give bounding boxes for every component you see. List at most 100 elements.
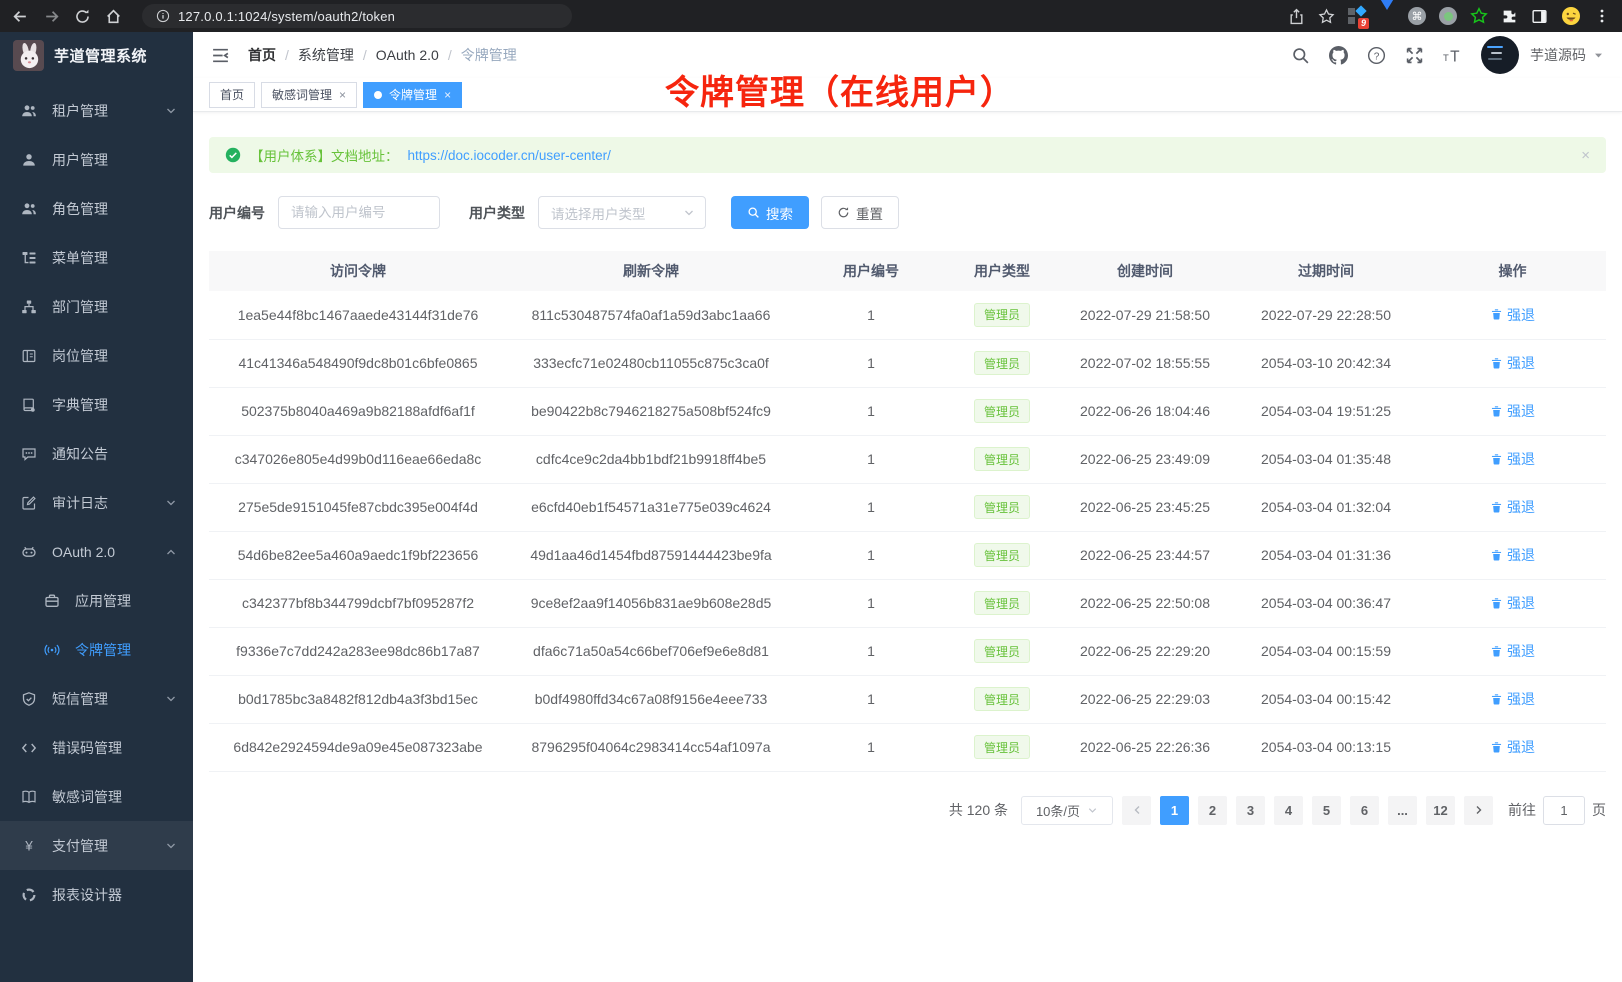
- site-info-icon[interactable]: [156, 9, 170, 23]
- breadcrumb-separator: /: [363, 47, 367, 63]
- force-logout-button[interactable]: 强退: [1490, 689, 1535, 709]
- extensions-puzzle-icon[interactable]: [1501, 8, 1518, 25]
- next-page-button[interactable]: [1464, 796, 1493, 825]
- page-size-select[interactable]: 10条/页: [1021, 796, 1113, 825]
- trash-icon: [1490, 693, 1503, 706]
- user-type-cell: 管理员: [947, 387, 1057, 435]
- address-bar[interactable]: 127.0.0.1:1024/system/oauth2/token: [142, 4, 572, 28]
- force-logout-label: 强退: [1507, 737, 1535, 757]
- browser-menu-icon[interactable]: [1594, 8, 1610, 24]
- app-logo-bar[interactable]: 芋道管理系统: [0, 32, 193, 78]
- username[interactable]: 芋道源码: [1530, 45, 1586, 65]
- expire-time-cell: 2022-07-29 22:28:50: [1233, 291, 1419, 339]
- force-logout-button[interactable]: 强退: [1490, 737, 1535, 757]
- breadcrumb-item[interactable]: 系统管理: [298, 45, 354, 65]
- chevron-down-icon: [165, 497, 177, 509]
- sidebar-item-token-mgmt[interactable]: 令牌管理: [0, 625, 193, 674]
- sidebar-item-oauth2[interactable]: OAuth 2.0: [0, 527, 193, 576]
- sidebar-item-app-mgmt[interactable]: 应用管理: [0, 576, 193, 625]
- user-type-cell: 管理员: [947, 675, 1057, 723]
- sidebar-item-post[interactable]: 岗位管理: [0, 331, 193, 380]
- search-icon[interactable]: [1291, 46, 1310, 65]
- svg-text:?: ?: [1374, 51, 1380, 62]
- profile-avatar-icon[interactable]: [1561, 6, 1581, 26]
- force-logout-button[interactable]: 强退: [1490, 305, 1535, 325]
- user-id-input[interactable]: [278, 196, 440, 229]
- tab-sensitive-word[interactable]: 敏感词管理×: [261, 82, 357, 108]
- force-logout-button[interactable]: 强退: [1490, 401, 1535, 421]
- user-menu-caret-icon[interactable]: [1593, 50, 1604, 61]
- breadcrumb-item[interactable]: OAuth 2.0: [376, 47, 439, 63]
- sidebar-item-label: 部门管理: [52, 297, 108, 317]
- goto-page-input[interactable]: [1543, 796, 1585, 825]
- column-header: 创建时间: [1057, 251, 1233, 291]
- search-button[interactable]: 搜索: [731, 196, 809, 229]
- user-type-badge: 管理员: [974, 447, 1030, 471]
- alert-close-icon[interactable]: ×: [1581, 147, 1590, 164]
- force-logout-button[interactable]: 强退: [1490, 497, 1535, 517]
- page-ellipsis-button[interactable]: ...: [1388, 796, 1417, 825]
- force-logout-button[interactable]: 强退: [1490, 449, 1535, 469]
- user-avatar[interactable]: [1481, 36, 1519, 74]
- page-button-5[interactable]: 5: [1312, 796, 1341, 825]
- github-icon[interactable]: [1329, 46, 1348, 65]
- help-icon[interactable]: ?: [1367, 46, 1386, 65]
- sidebar-item-sms[interactable]: 短信管理: [0, 674, 193, 723]
- extension-badge: 9: [1358, 18, 1369, 29]
- refresh-token-cell: 811c530487574fa0af1a59d3abc1aa66: [507, 291, 795, 339]
- collapse-menu-icon[interactable]: [211, 46, 230, 65]
- share-icon[interactable]: [1288, 8, 1305, 25]
- extension-command-icon[interactable]: ⌘: [1408, 7, 1426, 25]
- sidebar-item-user[interactable]: 用户管理: [0, 135, 193, 184]
- browser-reload-icon[interactable]: [74, 8, 91, 25]
- user-type-select[interactable]: 请选择用户类型: [538, 196, 706, 229]
- force-logout-button[interactable]: 强退: [1490, 353, 1535, 373]
- bookmark-star-icon[interactable]: [1318, 8, 1335, 25]
- sidebar-item-payment[interactable]: ¥支付管理: [0, 821, 193, 870]
- browser-home-icon[interactable]: [105, 8, 122, 25]
- sidebar-item-audit-log[interactable]: 审计日志: [0, 478, 193, 527]
- page-button-4[interactable]: 4: [1274, 796, 1303, 825]
- force-logout-button[interactable]: 强退: [1490, 593, 1535, 613]
- tab-close-icon[interactable]: ×: [444, 89, 451, 101]
- extension-gem-icon[interactable]: [1379, 7, 1395, 25]
- robot-icon: [21, 544, 37, 560]
- tab-home[interactable]: 首页: [209, 82, 255, 108]
- page-button-12[interactable]: 12: [1426, 796, 1455, 825]
- svg-text:T: T: [1443, 52, 1449, 63]
- extension-multi-icon[interactable]: 9: [1348, 7, 1366, 25]
- prev-page-button[interactable]: [1122, 796, 1151, 825]
- page-button-2[interactable]: 2: [1198, 796, 1227, 825]
- extension-star-icon[interactable]: [1470, 7, 1488, 25]
- alert-doc-link[interactable]: https://doc.iocoder.cn/user-center/: [408, 148, 611, 163]
- chevron-down-icon: [1087, 805, 1098, 816]
- action-cell: 强退: [1419, 387, 1606, 435]
- sidebar-item-role[interactable]: 角色管理: [0, 184, 193, 233]
- breadcrumb-item[interactable]: 首页: [248, 45, 276, 65]
- reset-button[interactable]: 重置: [821, 196, 899, 229]
- tab-close-icon[interactable]: ×: [339, 89, 346, 101]
- extension-record-icon[interactable]: [1439, 7, 1457, 25]
- fullscreen-icon[interactable]: [1405, 46, 1424, 65]
- tab-token-mgmt[interactable]: 令牌管理×: [363, 82, 462, 108]
- sidebar-item-menu[interactable]: 菜单管理: [0, 233, 193, 282]
- sidebar-item-error-code[interactable]: 错误码管理: [0, 723, 193, 772]
- sidebar-item-notice[interactable]: 通知公告: [0, 429, 193, 478]
- force-logout-button[interactable]: 强退: [1490, 545, 1535, 565]
- trash-icon: [1490, 597, 1503, 610]
- page-button-1[interactable]: 1: [1160, 796, 1189, 825]
- page-button-3[interactable]: 3: [1236, 796, 1265, 825]
- browser-back-icon[interactable]: [12, 8, 29, 25]
- browser-forward-icon[interactable]: [43, 8, 60, 25]
- sidebar-item-tenant[interactable]: 租户管理: [0, 86, 193, 135]
- font-size-icon[interactable]: TT: [1443, 46, 1462, 65]
- table-row: b0d1785bc3a8482f812db4a3f3bd15ecb0df4980…: [209, 675, 1606, 723]
- sidebar-item-sensitive-word[interactable]: 敏感词管理: [0, 772, 193, 821]
- sidebar-item-dict[interactable]: 字典管理: [0, 380, 193, 429]
- page-button-6[interactable]: 6: [1350, 796, 1379, 825]
- force-logout-button[interactable]: 强退: [1490, 641, 1535, 661]
- access-token-cell: f9336e7c7dd242a283ee98dc86b17a87: [209, 627, 507, 675]
- sidebar-item-report-designer[interactable]: 报表设计器: [0, 870, 193, 919]
- side-panel-icon[interactable]: [1531, 8, 1548, 25]
- sidebar-item-dept[interactable]: 部门管理: [0, 282, 193, 331]
